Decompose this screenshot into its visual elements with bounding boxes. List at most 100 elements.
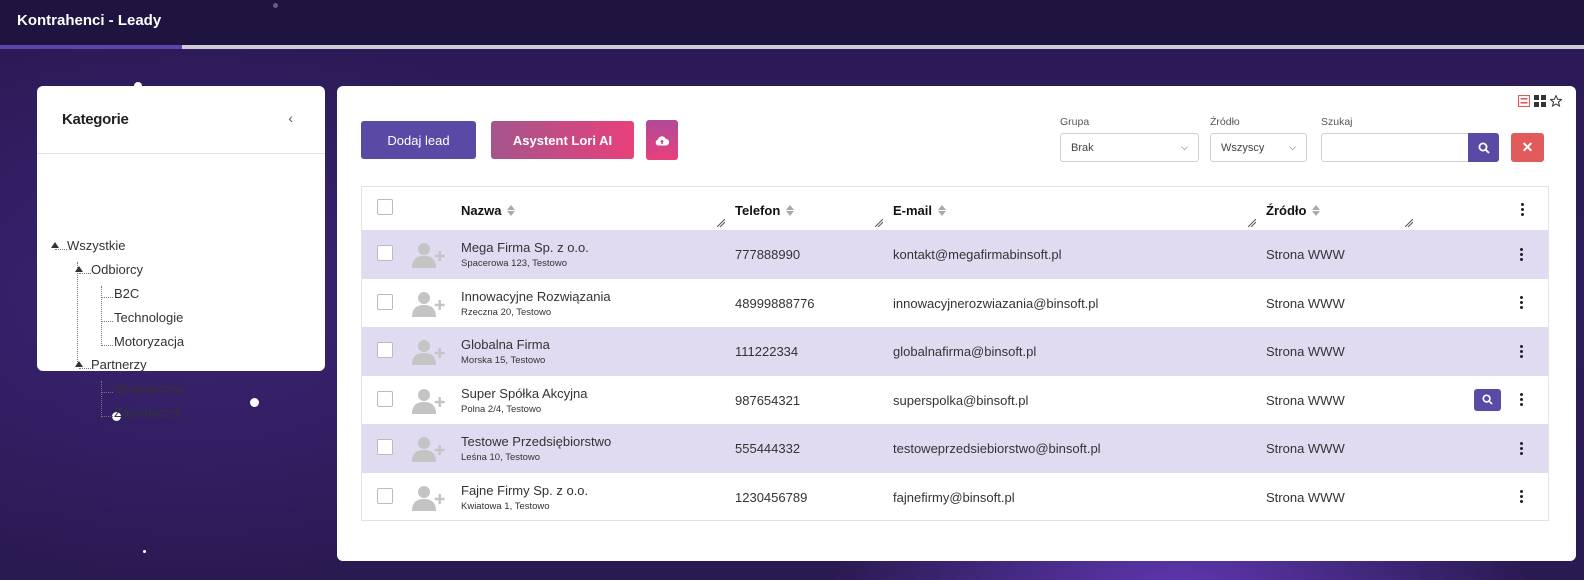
table-row[interactable]: Mega Firma Sp. z o.o. Spacerowa 123, Tes…	[362, 230, 1548, 279]
expand-icon[interactable]	[75, 266, 83, 272]
row-menu-icon[interactable]	[1516, 489, 1526, 505]
table-row[interactable]: Fajne Firmy Sp. z o.o. Kwiatowa 1, Testo…	[362, 473, 1548, 522]
row-menu-icon[interactable]	[1516, 343, 1526, 359]
categories-title: Kategorie	[62, 111, 129, 128]
row-checkbox[interactable]	[377, 293, 393, 310]
collapse-panel-icon[interactable]: ‹	[288, 110, 293, 126]
load-progress-fill	[0, 45, 183, 49]
column-header-email[interactable]: E-mail	[893, 203, 947, 218]
tree-line	[101, 286, 102, 344]
lead-phone: 555444332	[735, 441, 801, 456]
row-search-button[interactable]	[1474, 388, 1501, 411]
row-menu-icon[interactable]	[1516, 392, 1526, 408]
row-checkbox[interactable]	[377, 390, 393, 407]
lead-name[interactable]: Globalna Firma	[461, 337, 550, 352]
tree-item-technologie[interactable]: Technologie	[114, 310, 183, 325]
top-bar: Kontrahenci - Leady	[0, 0, 1584, 46]
column-resize-handle[interactable]	[1405, 219, 1413, 227]
add-contact-icon[interactable]	[411, 339, 445, 365]
table-row[interactable]: Super Spółka Akcyjna Polna 2/4, Testowo …	[362, 376, 1548, 425]
column-resize-handle[interactable]	[1248, 219, 1256, 227]
lead-name[interactable]: Mega Firma Sp. z o.o.	[461, 240, 589, 255]
group-select-value: Brak	[1071, 141, 1094, 154]
row-checkbox[interactable]	[377, 342, 393, 358]
table-row[interactable]: Testowe Przedsiębiorstwo Leśna 10, Testo…	[362, 424, 1548, 473]
table-row[interactable]: Innowacyjne Rozwiązania Rzeczna 20, Test…	[362, 279, 1548, 328]
page-title: Kontrahenci - Leady	[17, 12, 162, 29]
tree-line	[101, 416, 113, 417]
add-contact-icon[interactable]	[411, 291, 445, 317]
expand-icon[interactable]	[51, 242, 59, 248]
tree-item-zagraniczni[interactable]: Zagraniczni	[114, 405, 181, 420]
categories-panel: Kategorie ‹ Wszystkie Odbiorcy B2C Techn…	[37, 86, 325, 420]
add-contact-icon[interactable]	[411, 388, 445, 414]
row-checkbox[interactable]	[377, 439, 393, 455]
row-menu-icon[interactable]	[1516, 246, 1526, 262]
tree-item-strategiczny[interactable]: Strategiczny	[114, 381, 186, 396]
lead-name[interactable]: Super Spółka Akcyjna	[461, 386, 587, 401]
column-header-source[interactable]: Źródło	[1266, 203, 1321, 218]
group-select[interactable]: Brak ⌵	[1060, 133, 1199, 162]
lead-address: Rzeczna 20, Testowo	[461, 306, 552, 318]
categories-header: Kategorie ‹	[37, 86, 325, 154]
lead-name[interactable]: Testowe Przedsiębiorstwo	[461, 434, 611, 449]
lead-address: Spacerowa 123, Testowo	[461, 258, 567, 269]
add-contact-icon[interactable]	[411, 436, 445, 462]
source-select-value: Wszyscy	[1221, 141, 1265, 154]
leads-table: Nazwa Telefon E-mail Źródło Mega Firma S…	[361, 186, 1549, 521]
lead-source: Strona WWW	[1266, 441, 1345, 456]
load-progress-bar	[0, 45, 1584, 49]
decor-dot	[250, 398, 259, 407]
add-contact-icon[interactable]	[411, 485, 445, 511]
lead-phone: 111222334	[735, 344, 799, 359]
cloud-upload-icon	[655, 135, 669, 145]
lead-phone: 48999888776	[735, 295, 815, 311]
tree-item-odbiorcy[interactable]: Odbiorcy	[91, 262, 143, 277]
tree-line	[101, 392, 113, 393]
row-checkbox[interactable]	[377, 245, 393, 261]
source-filter-label: Źródło	[1210, 116, 1240, 128]
sort-icon	[1312, 205, 1321, 216]
lead-phone: 777888990	[735, 247, 801, 262]
lead-source: Strona WWW	[1266, 392, 1345, 408]
row-checkbox[interactable]	[377, 487, 393, 504]
tree-item-wszystkie[interactable]: Wszystkie	[67, 238, 126, 253]
star-icon[interactable]	[1550, 95, 1562, 107]
tree-item-motoryzacja[interactable]: Motoryzacja	[114, 334, 184, 349]
column-options-icon[interactable]	[1517, 201, 1527, 217]
lead-source: Strona WWW	[1266, 489, 1345, 505]
row-menu-icon[interactable]	[1516, 440, 1526, 456]
upload-button[interactable]	[646, 120, 678, 160]
column-header-name[interactable]: Nazwa	[461, 203, 516, 218]
search-input[interactable]	[1321, 133, 1468, 162]
select-all-checkbox[interactable]	[377, 199, 393, 215]
lead-email: fajnefirmy@binsoft.pl	[893, 489, 1015, 505]
column-resize-handle[interactable]	[717, 219, 725, 227]
sort-icon	[786, 205, 795, 216]
lead-source: Strona WWW	[1266, 295, 1345, 311]
lead-email: testoweprzedsiebiorstwo@binsoft.pl	[893, 441, 1101, 456]
expand-icon[interactable]	[75, 361, 83, 367]
close-icon: ✕	[1521, 139, 1534, 155]
search-button[interactable]	[1468, 133, 1499, 162]
tree-item-b2c[interactable]: B2C	[114, 286, 139, 301]
source-select[interactable]: Wszyscy ⌵	[1210, 133, 1307, 162]
lead-name[interactable]: Fajne Firmy Sp. z o.o.	[461, 483, 588, 498]
lead-name[interactable]: Innowacyjne Rozwiązania	[461, 289, 611, 304]
clear-filters-button[interactable]: ✕	[1511, 133, 1544, 162]
column-resize-handle[interactable]	[875, 219, 883, 227]
ai-assistant-button[interactable]: Asystent Lori AI	[491, 121, 634, 159]
grid-view-icon[interactable]	[1534, 95, 1546, 107]
lead-address: Leśna 10, Testowo	[461, 452, 541, 463]
table-row[interactable]: Globalna Firma Morska 15, Testowo 111222…	[362, 327, 1548, 376]
lead-address: Kwiatowa 1, Testowo	[461, 500, 550, 512]
lead-email: globalnafirma@binsoft.pl	[893, 344, 1037, 359]
add-contact-icon[interactable]	[411, 242, 445, 268]
list-view-icon[interactable]	[1518, 95, 1530, 107]
add-lead-button[interactable]: Dodaj lead	[361, 121, 476, 159]
lead-phone: 1230456789	[735, 489, 808, 505]
row-menu-icon[interactable]	[1516, 295, 1526, 311]
tree-item-partnerzy[interactable]: Partnerzy	[91, 357, 147, 372]
column-header-phone[interactable]: Telefon	[735, 203, 795, 218]
tree-line	[79, 368, 91, 369]
